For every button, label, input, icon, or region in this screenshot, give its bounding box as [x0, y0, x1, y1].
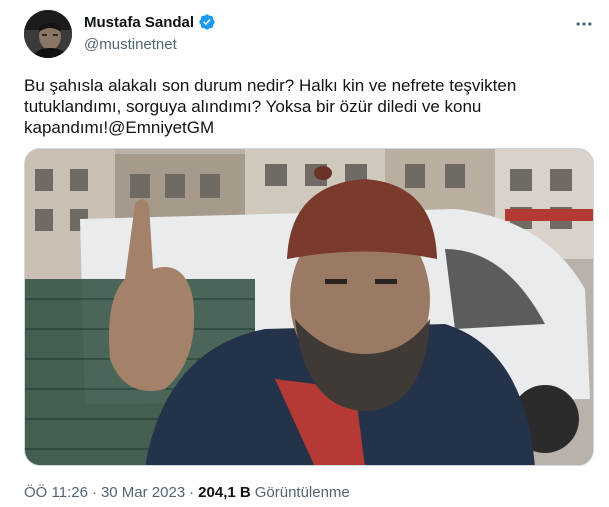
views-label: Görüntülenme: [254, 484, 350, 501]
tweet-media-image[interactable]: [24, 148, 594, 466]
tweet-meta: ÖÖ 11:26 · 30 Mar 2023 · 204,1 B Görüntü…: [24, 484, 350, 501]
views-count: 204,1 B: [198, 484, 251, 501]
author-avatar[interactable]: [24, 10, 72, 58]
meta-separator: ·: [91, 484, 97, 501]
more-options-button[interactable]: [572, 12, 596, 36]
verified-badge-icon: [198, 13, 216, 31]
author-display-name[interactable]: Mustafa Sandal: [84, 14, 194, 31]
meta-separator-2: ·: [189, 484, 195, 501]
author-handle[interactable]: @mustinetnet: [84, 36, 177, 53]
tweet-body: Bu şahısla alakalı son durum nedir? Halk…: [24, 76, 517, 137]
tweet-date[interactable]: 30 Mar 2023: [101, 484, 185, 501]
tweet-time[interactable]: ÖÖ 11:26: [24, 484, 88, 501]
media-photo: [25, 149, 593, 465]
author-name-row: Mustafa Sandal: [84, 13, 216, 31]
tweet-text: Bu şahısla alakalı son durum nedir? Halk…: [24, 75, 584, 138]
avatar-image: [24, 10, 72, 58]
more-dots-icon: [576, 22, 592, 26]
